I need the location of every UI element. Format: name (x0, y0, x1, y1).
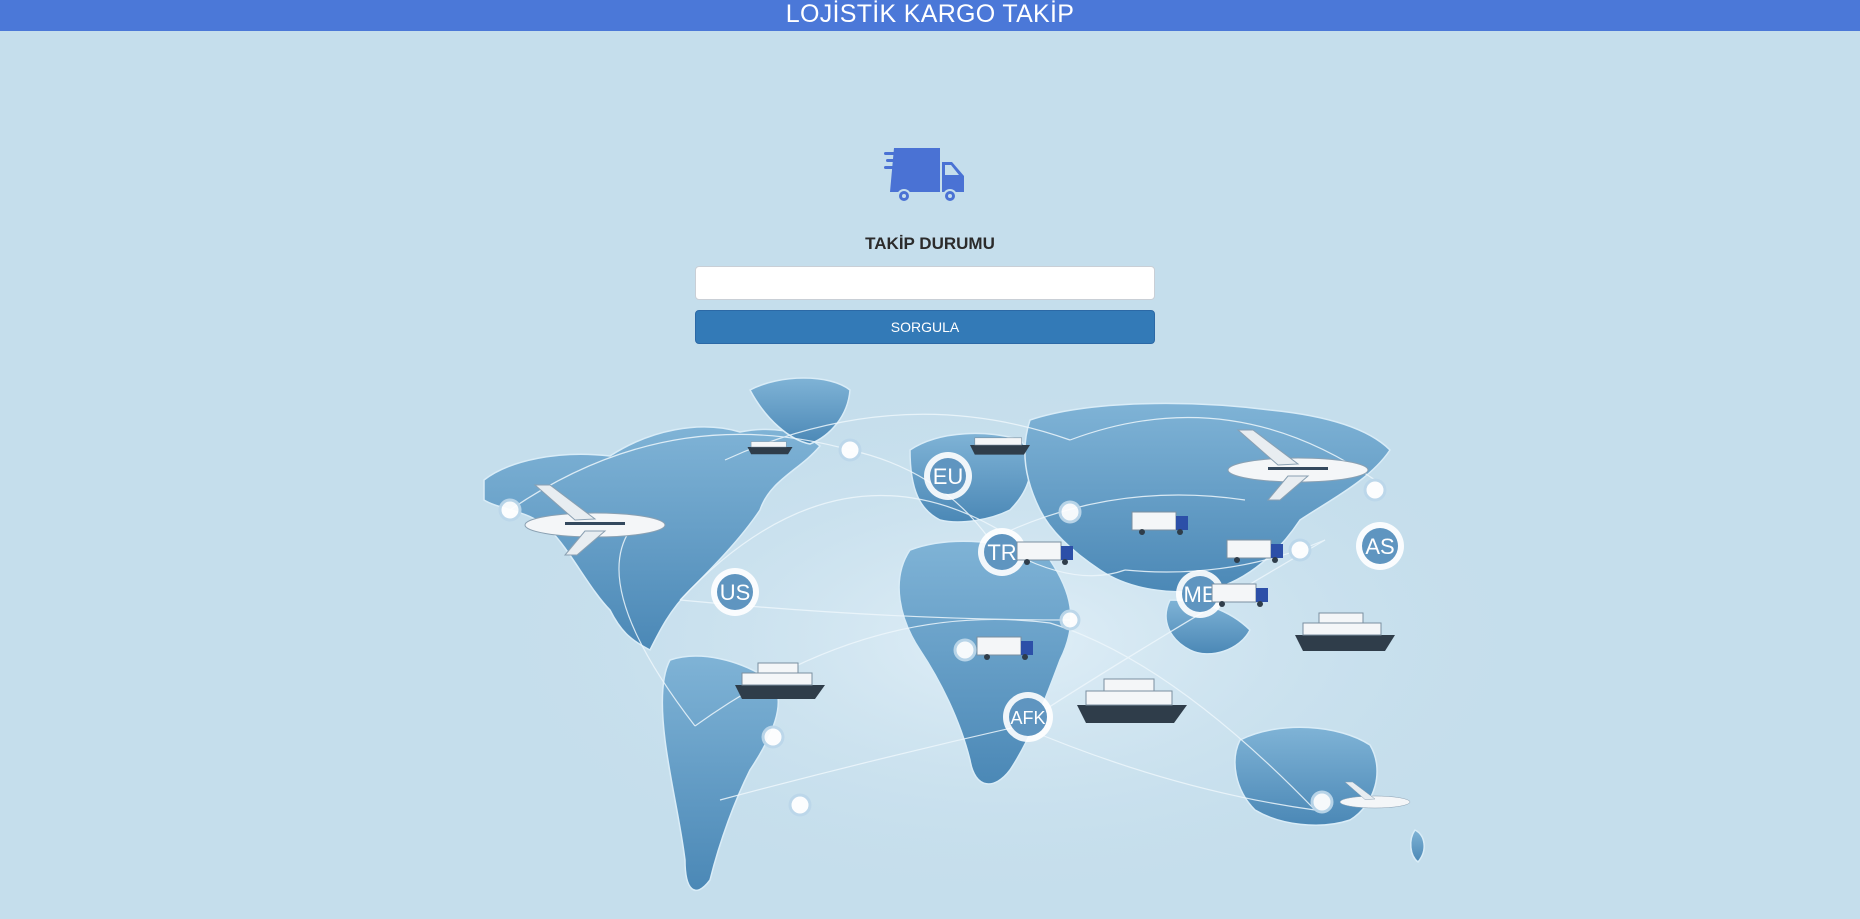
tracking-number-input[interactable] (695, 266, 1155, 300)
app-header: LOJİSTİK KARGO TAKİP (0, 0, 1860, 31)
new-zealand-shape (1410, 829, 1425, 864)
australia-shape (1234, 726, 1378, 826)
delivery-truck-icon (884, 148, 964, 203)
svg-text:US: US (720, 580, 751, 605)
svg-text:EU: EU (933, 464, 964, 489)
ship-icon (747, 441, 793, 455)
svg-text:TR: TR (987, 540, 1016, 565)
region-badge-as: AS (1356, 522, 1404, 570)
region-badge-afk: AFK (1003, 692, 1053, 742)
world-logistics-map: US EU TR ME AS AFK (470, 370, 1550, 910)
query-button[interactable]: SORGULA (695, 310, 1155, 344)
app-title: LOJİSTİK KARGO TAKİP (785, 0, 1075, 28)
svg-text:AS: AS (1365, 534, 1394, 559)
ship-icon (970, 437, 1030, 455)
region-badge-us: US (711, 568, 759, 616)
tracking-title: TAKİP DURUMU (865, 234, 995, 253)
svg-text:AFK: AFK (1010, 708, 1045, 728)
region-badge-eu: EU (924, 452, 972, 500)
